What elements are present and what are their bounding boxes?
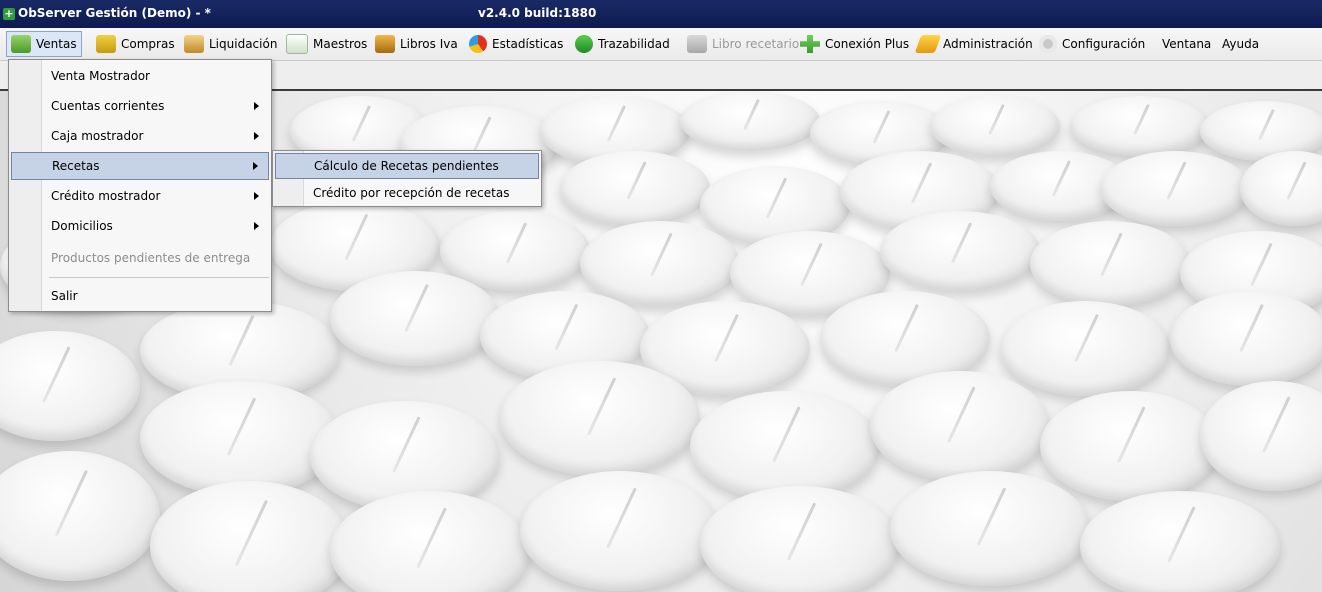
pill-image (680, 91, 820, 151)
pill-image (560, 151, 710, 226)
menu-ventana[interactable]: Ventana (1158, 31, 1215, 57)
pill-image (1000, 301, 1170, 396)
pill-image (700, 486, 900, 592)
window-title: ObServer Gestión (Demo) - * (18, 6, 211, 20)
menu-conexion-plus[interactable]: Conexión Plus (796, 31, 913, 57)
submenu-arrow-icon (254, 102, 259, 110)
pill-image (330, 271, 500, 366)
menu-compras[interactable]: Compras (92, 31, 179, 57)
gear-icon (1039, 35, 1057, 53)
book-icon (687, 35, 707, 53)
submenu-arrow-icon (254, 222, 259, 230)
cart-icon (11, 35, 31, 53)
version-label: v2.4.0 build:1880 (478, 6, 597, 20)
pill-image (140, 381, 340, 496)
pill-image (500, 361, 700, 476)
menu-item-cuentas-corrientes[interactable]: Cuentas corrientes (11, 92, 269, 120)
pill-image (0, 331, 140, 441)
menu-trazabilidad[interactable]: Trazabilidad (571, 31, 674, 57)
menu-configuracion[interactable]: Configuración (1035, 31, 1149, 57)
submenu-arrow-icon (254, 132, 259, 140)
pill-image (880, 211, 1040, 291)
menu-label: Administración (943, 37, 1033, 51)
pill-image (1240, 151, 1322, 226)
pencil-icon (914, 35, 942, 53)
menu-libros-iva[interactable]: Libros Iva (371, 31, 462, 57)
menu-label: Compras (121, 37, 175, 51)
menu-label: Conexión Plus (825, 37, 910, 51)
menu-separator (49, 277, 269, 278)
ventas-dropdown-menu: Venta Mostrador Cuentas corrientes Caja … (8, 59, 272, 312)
menu-item-label: Venta Mostrador (51, 69, 150, 83)
menu-label: Maestros (313, 37, 368, 51)
menu-item-label: Caja mostrador (51, 129, 144, 143)
menu-item-domicilios[interactable]: Domicilios (11, 212, 269, 240)
menu-item-label: Domicilios (51, 219, 113, 233)
menu-item-credito-recepcion-recetas[interactable]: Crédito por recepción de recetas (275, 180, 539, 206)
shopping-bag-icon (96, 35, 116, 53)
menu-bar: Ventas Compras Liquidación Maestros Libr… (0, 28, 1322, 61)
plus-icon (800, 35, 820, 53)
money-icon (184, 35, 204, 53)
table-icon (286, 34, 308, 54)
submenu-arrow-icon (254, 192, 259, 200)
menu-label: Liquidación (209, 37, 278, 51)
menu-item-label: Cálculo de Recetas pendientes (314, 159, 499, 173)
pill-image (520, 471, 720, 591)
books-icon (375, 35, 395, 53)
menu-item-label: Crédito mostrador (51, 189, 161, 203)
pill-image (1070, 96, 1210, 156)
menu-item-venta-mostrador[interactable]: Venta Mostrador (11, 62, 269, 90)
menu-label: Ventana (1162, 37, 1212, 51)
leaf-icon (575, 35, 593, 53)
pill-image (580, 221, 740, 306)
menu-libro-recetario: Libro recetario (683, 31, 803, 57)
menu-item-label: Productos pendientes de entrega (51, 251, 251, 265)
menu-label: Ventas (36, 37, 77, 51)
menu-item-label: Cuentas corrientes (51, 99, 165, 113)
menu-label: Libros Iva (400, 37, 458, 51)
pill-image (870, 371, 1050, 481)
menu-item-salir[interactable]: Salir (11, 282, 269, 310)
pill-image (890, 471, 1090, 586)
pill-image (930, 96, 1060, 156)
menu-item-recetas[interactable]: Recetas (11, 152, 269, 180)
pill-image (1170, 291, 1322, 386)
pie-chart-icon (469, 35, 487, 53)
pill-image (150, 481, 350, 592)
menu-item-label: Recetas (52, 159, 100, 173)
menu-item-caja-mostrador[interactable]: Caja mostrador (11, 122, 269, 150)
menu-item-calculo-recetas-pendientes[interactable]: Cálculo de Recetas pendientes (275, 153, 539, 179)
title-bar: + ObServer Gestión (Demo) - * v2.4.0 bui… (0, 0, 1322, 28)
menu-label: Trazabilidad (598, 37, 670, 51)
menu-estadisticas[interactable]: Estadísticas (465, 31, 567, 57)
menu-liquidacion[interactable]: Liquidación (180, 31, 281, 57)
menu-label: Estadísticas (492, 37, 564, 51)
menu-administracion[interactable]: Administración (914, 31, 1037, 57)
menu-ventas[interactable]: Ventas (6, 31, 82, 57)
pill-image (1080, 491, 1280, 592)
pill-image (330, 491, 530, 592)
pill-image (1100, 151, 1250, 226)
menu-ayuda[interactable]: Ayuda (1218, 31, 1263, 57)
app-plus-icon: + (3, 7, 15, 20)
menu-maestros[interactable]: Maestros (282, 31, 371, 57)
pill-image (0, 451, 160, 581)
pill-image (1040, 391, 1220, 501)
pill-image (1200, 381, 1322, 491)
menu-item-credito-mostrador[interactable]: Crédito mostrador (11, 182, 269, 210)
menu-label: Ayuda (1222, 37, 1260, 51)
menu-item-label: Crédito por recepción de recetas (313, 186, 510, 200)
menu-item-label: Salir (51, 289, 78, 303)
recetas-submenu: Cálculo de Recetas pendientes Crédito po… (272, 150, 542, 207)
menu-label: Libro recetario (712, 37, 800, 51)
menu-item-productos-pendientes: Productos pendientes de entrega (11, 244, 269, 272)
menu-label: Configuración (1062, 37, 1146, 51)
pill-image (690, 391, 880, 501)
pill-image (1030, 221, 1190, 306)
submenu-arrow-icon (253, 162, 258, 170)
